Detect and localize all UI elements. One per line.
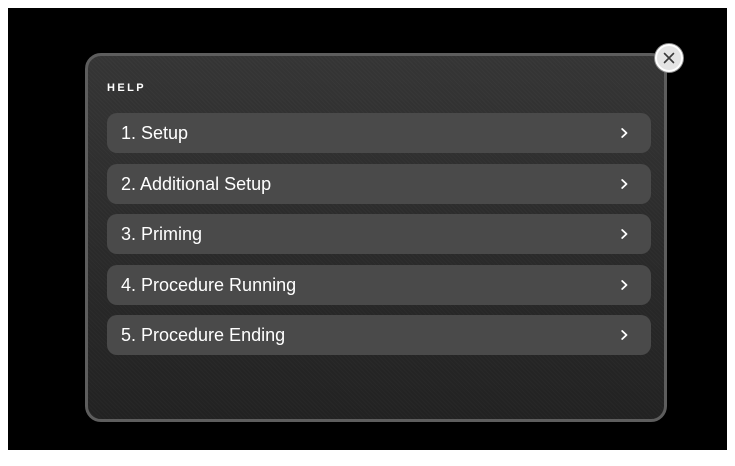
help-item-label: 1. Setup (121, 123, 189, 143)
close-icon (662, 51, 676, 65)
chevron-right-icon (621, 279, 628, 290)
chevron-right-icon (621, 330, 628, 340)
help-item-priming[interactable]: 3. Priming (107, 214, 651, 254)
help-topic-list: 1. Setup 2. Additional Setup 3. Priming … (107, 113, 651, 366)
chevron-right-icon (621, 178, 628, 189)
help-item-setup[interactable]: 1. Setup (107, 113, 651, 153)
help-item-procedure-ending[interactable]: 5. Procedure Ending (107, 315, 651, 355)
help-item-label: 3. Priming (121, 224, 203, 244)
close-button[interactable] (655, 44, 683, 72)
chevron-right-icon (621, 229, 628, 239)
dialog-title: HELP (107, 82, 146, 94)
help-item-label: 4. Procedure Running (121, 274, 297, 295)
help-item-label: 2. Additional Setup (121, 173, 272, 194)
help-item-procedure-running[interactable]: 4. Procedure Running (107, 264, 651, 305)
help-item-label: 5. Procedure Ending (121, 325, 286, 345)
help-item-additional-setup[interactable]: 2. Additional Setup (107, 163, 651, 204)
chevron-right-icon (621, 128, 628, 138)
